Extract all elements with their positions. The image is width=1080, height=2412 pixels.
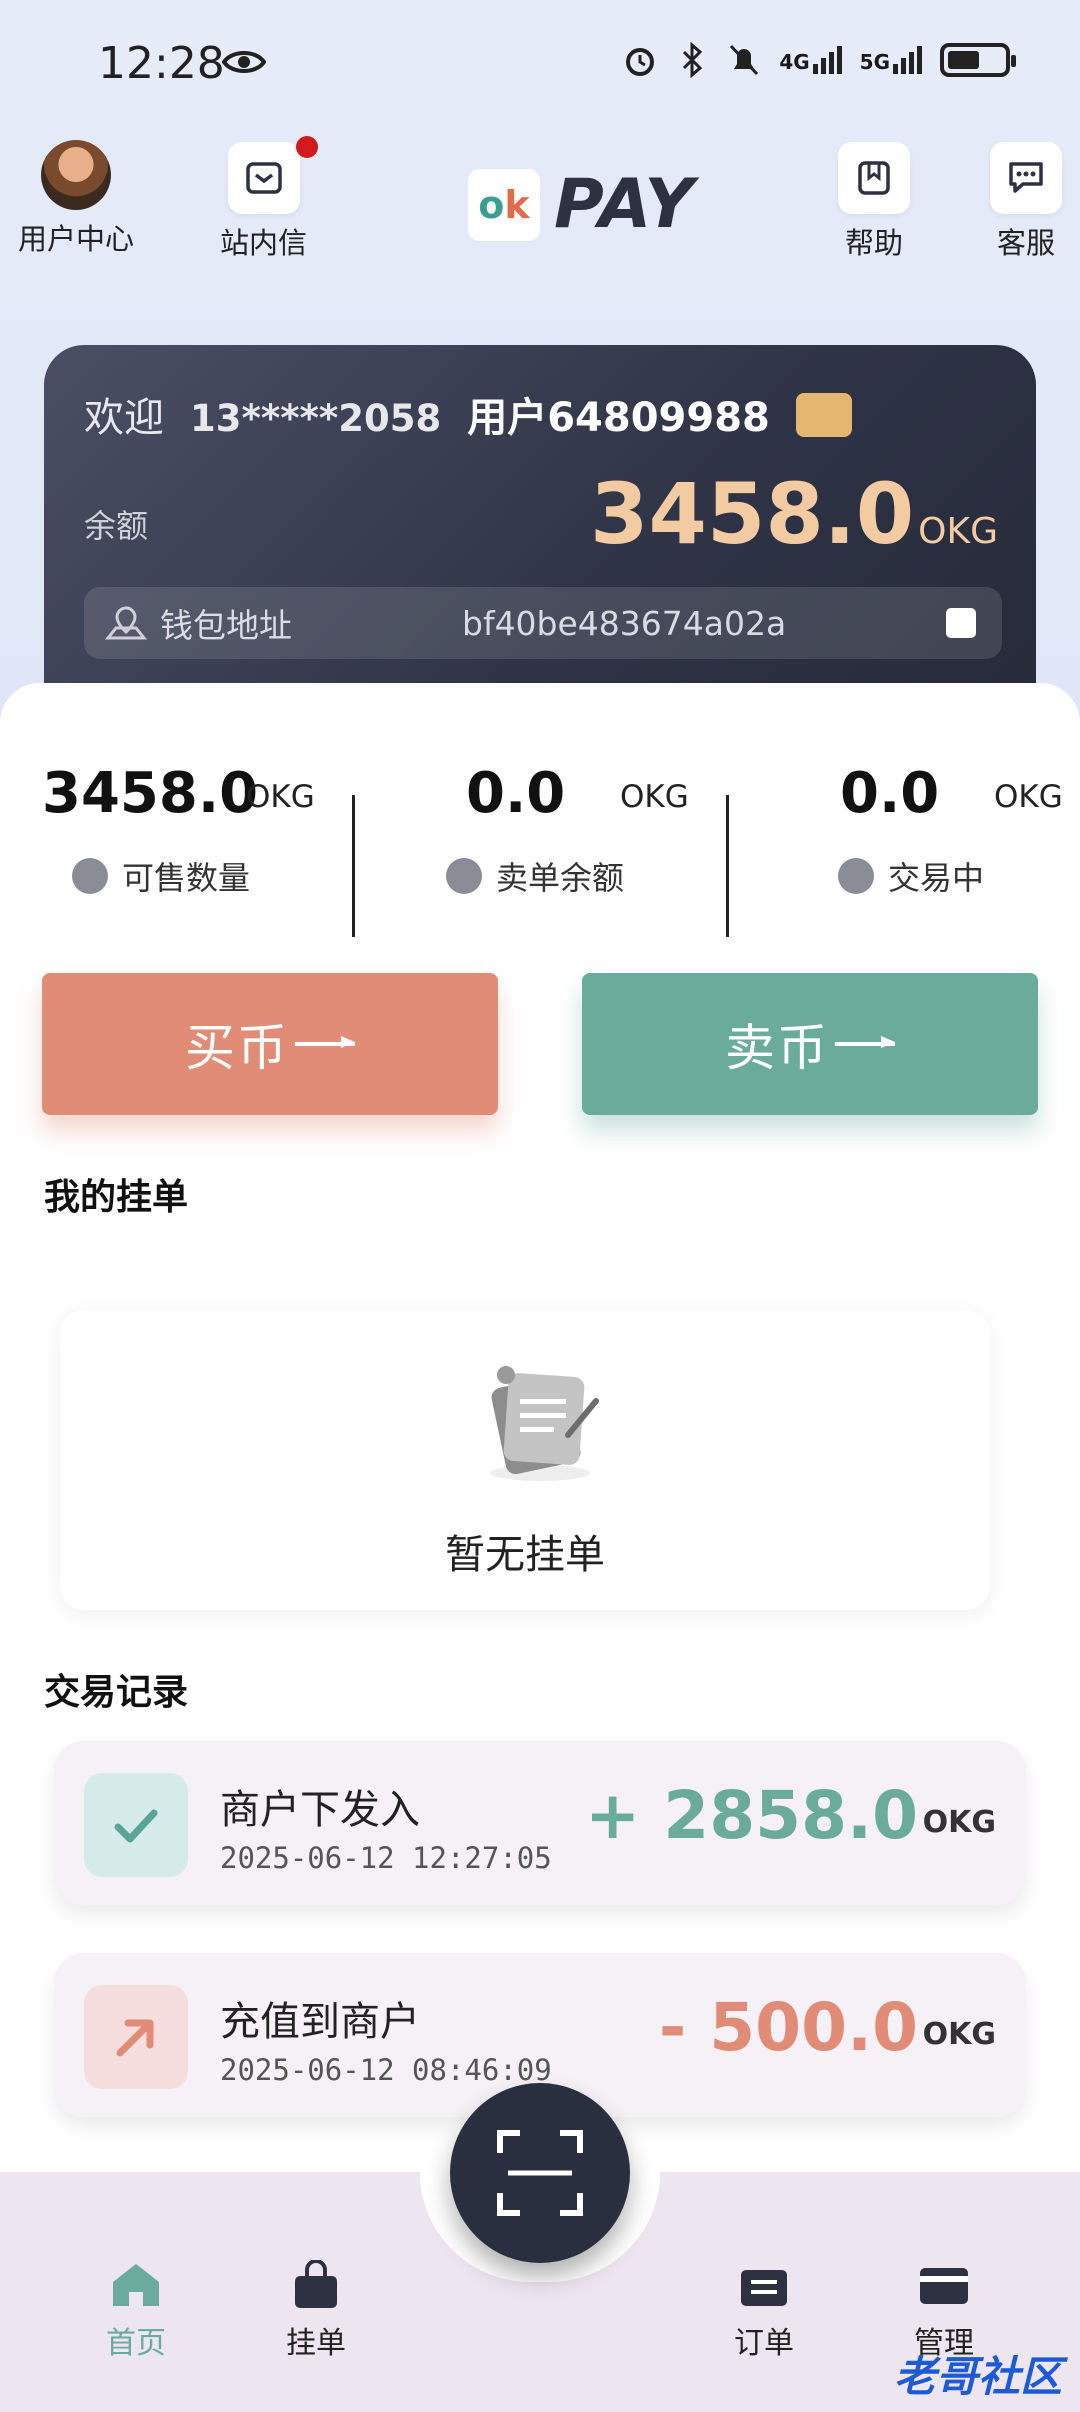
empty-orders-text: 暂无挂单 — [445, 1532, 605, 1578]
home-icon — [113, 2264, 159, 2306]
help-label: 帮助 — [844, 226, 903, 260]
wallet-address-bar: 钱包地址 bf40be483674a02a — [84, 587, 1002, 659]
app-logo: ok PAY — [468, 165, 695, 244]
nav-orders[interactable]: 订单 — [694, 2260, 834, 2362]
nav-home[interactable]: 首页 — [66, 2260, 206, 2362]
chat-icon — [1009, 162, 1043, 193]
records-title: 交易记录 — [44, 1672, 189, 1713]
stat-unit: OKG — [620, 779, 689, 815]
transaction-date: 2025-06-12 12:27:05 — [220, 1841, 552, 1875]
id-card-icon — [795, 393, 852, 437]
mail-icon — [245, 162, 282, 194]
stat-unit: OKG — [994, 779, 1063, 815]
buy-coin-button[interactable]: 买币 — [42, 973, 498, 1115]
net-label-5g: 5G — [859, 50, 890, 74]
balance-number: 3458.0 — [590, 465, 915, 563]
wallet-address: bf40be483674a02a — [462, 603, 787, 643]
user-center-label: 用户中心 — [18, 222, 135, 256]
buy-coin-label: 买币 — [185, 1019, 289, 1077]
eye-icon — [222, 51, 266, 73]
user-center-button[interactable]: 用户中心 — [18, 140, 134, 258]
nav-home-label: 首页 — [106, 2326, 166, 2361]
nav-orders-label: 订单 — [734, 2326, 794, 2361]
nav-listings[interactable]: 挂单 — [246, 2260, 386, 2362]
unread-badge — [295, 136, 318, 158]
inbox-button[interactable]: 站内信 — [220, 136, 318, 262]
location-icon — [104, 606, 148, 640]
transaction-date: 2025-06-12 08:46:09 — [220, 2053, 552, 2087]
copy-icon[interactable] — [946, 608, 976, 638]
welcome-text: 欢迎 — [84, 395, 164, 441]
empty-document-icon — [490, 1366, 599, 1481]
stat-value: 3458.0 — [42, 761, 259, 826]
scan-icon — [497, 2130, 583, 2216]
stat-unit: OKG — [246, 779, 315, 815]
transaction-title: 充值到商户 — [220, 1999, 420, 2045]
sell-coin-button[interactable]: 卖币 — [582, 973, 1038, 1115]
nav-listings-label: 挂单 — [286, 2326, 346, 2361]
help-button[interactable]: 帮助 — [838, 142, 910, 262]
my-orders-title: 我的挂单 — [44, 1177, 189, 1218]
stat-value: 0.0 — [840, 761, 940, 826]
stat-label: 卖单余额 — [496, 859, 625, 897]
wallet-address-label: 钱包地址 — [160, 606, 292, 645]
avatar — [41, 140, 111, 210]
status-bar: 12:28 4G 5G — [0, 0, 1080, 130]
watermark: 老哥社区 — [893, 2352, 1062, 2401]
stat-sell-order-balance: 0.0 OKG 卖单余额 — [360, 743, 720, 897]
inventory-icon — [72, 858, 108, 894]
card-icon — [920, 2268, 968, 2304]
trade-icon — [838, 858, 874, 894]
service-label: 客服 — [996, 226, 1055, 260]
bell-mute-icon — [730, 44, 759, 76]
briefcase-icon — [741, 2270, 787, 2306]
scan-button[interactable] — [450, 2083, 630, 2263]
balance-card: 欢迎 13*****2058 用户64809988 余额 3458.0 OKG … — [44, 345, 1036, 725]
divider — [352, 795, 355, 937]
welcome-line: 欢迎 13*****2058 用户64809988 — [84, 385, 852, 443]
alarm-icon — [626, 48, 655, 76]
stat-label: 可售数量 — [122, 859, 251, 897]
document-icon — [446, 858, 482, 894]
sell-coin-label: 卖币 — [725, 1019, 829, 1077]
stats-row: 3458.0 OKG 可售数量 0.0 OKG 卖单余额 0.0 OKG 交易中 — [0, 743, 1080, 937]
arrow-up-right-icon — [84, 1985, 188, 2089]
transaction-unit: OKG — [922, 2017, 996, 2052]
stat-label: 交易中 — [888, 859, 985, 897]
logo-mark: ok — [468, 168, 540, 241]
phone-number: 13*****2058 — [190, 397, 442, 440]
stat-sellable: 3458.0 OKG 可售数量 — [0, 743, 360, 897]
transaction-unit: OKG — [922, 1805, 996, 1840]
book-icon — [858, 161, 890, 195]
transaction-row[interactable]: 商户下发入 2025-06-12 12:27:05 + 2858.0 OKG — [54, 1741, 1026, 1905]
balance-unit: OKG — [918, 511, 998, 552]
status-time: 12:28 — [98, 38, 225, 89]
transaction-amount: - 500.0 — [658, 1989, 918, 2066]
inbox-label: 站内信 — [220, 226, 308, 260]
logo-mark-text: ok — [478, 182, 530, 227]
battery-icon — [940, 43, 1016, 77]
signal-5g-icon: 5G — [860, 46, 922, 74]
arrow-right-icon — [295, 1042, 355, 1046]
signal-4g-icon: 4G — [779, 46, 842, 74]
bluetooth-icon — [683, 42, 703, 78]
username: 用户64809988 — [467, 395, 770, 441]
transaction-amount: + 2858.0 — [585, 1777, 918, 1854]
empty-orders-card: 暂无挂单 — [60, 1310, 990, 1610]
bag-icon — [295, 2260, 337, 2308]
logo-text: PAY — [554, 165, 695, 244]
service-button[interactable]: 客服 — [990, 142, 1062, 262]
net-label-4g: 4G — [779, 50, 810, 74]
balance-label: 余额 — [84, 507, 149, 545]
stat-value: 0.0 — [466, 761, 566, 826]
stat-trading: 0.0 OKG 交易中 — [720, 743, 1080, 897]
transaction-title: 商户下发入 — [220, 1787, 420, 1833]
check-icon — [84, 1773, 188, 1877]
arrow-right-icon — [835, 1042, 895, 1046]
balance-value: 3458.0 OKG — [590, 465, 998, 563]
